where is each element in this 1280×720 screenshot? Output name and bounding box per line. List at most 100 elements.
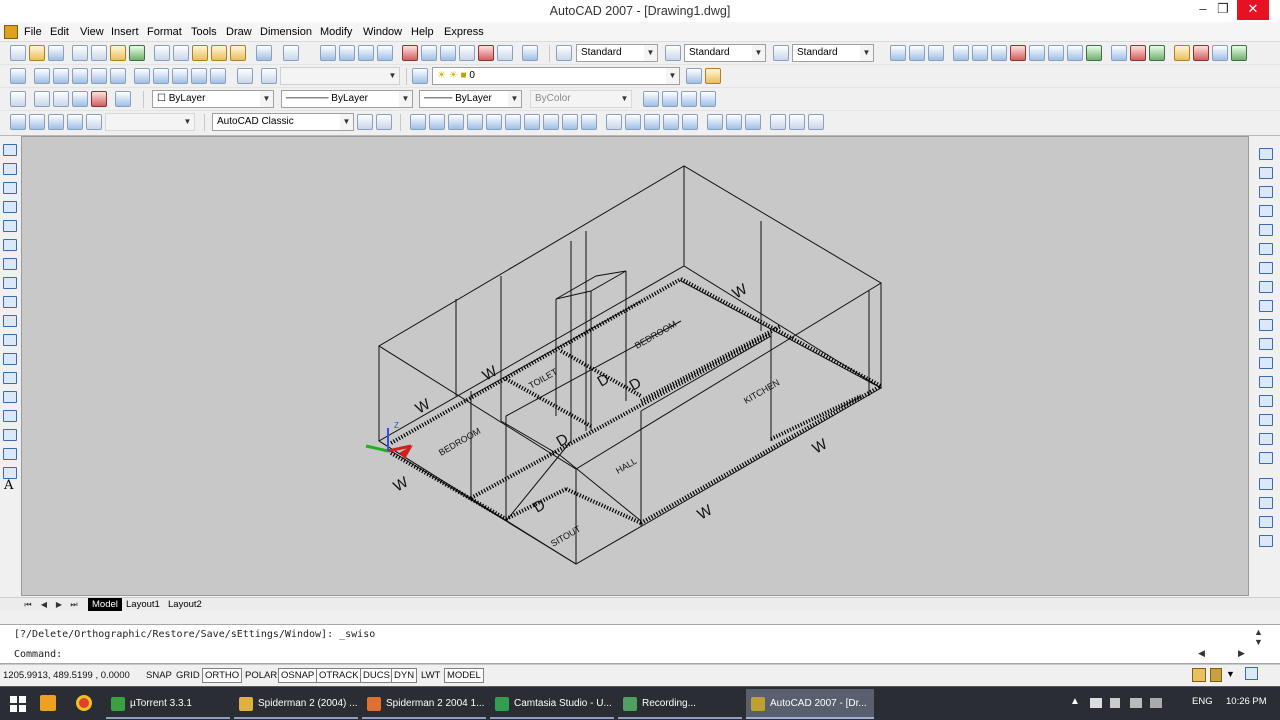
box-icon[interactable] [34, 68, 50, 84]
color-dropdown[interactable]: ☐ ByLayer ▼ [152, 90, 274, 108]
revision-cloud-icon[interactable] [3, 277, 17, 289]
rotate-icon[interactable] [1259, 262, 1273, 274]
torus-icon[interactable] [134, 68, 150, 84]
cone-icon[interactable] [72, 68, 88, 84]
move-faces-icon[interactable] [486, 114, 502, 130]
gradient-icon[interactable] [3, 429, 17, 441]
close-button[interactable]: ✕ [1237, 0, 1269, 20]
erase-icon[interactable] [1259, 148, 1273, 160]
realistic-icon[interactable] [91, 91, 107, 107]
insert-block-icon[interactable] [3, 353, 17, 365]
layer-dropdown[interactable]: ☀ ☀ ■ 0 ▼ [432, 67, 680, 85]
join-icon[interactable] [1259, 395, 1273, 407]
ucs-face-icon[interactable] [1010, 45, 1026, 61]
workspace-dropdown[interactable]: AutoCAD Classic ▼ [212, 113, 354, 131]
text-style-dropdown[interactable]: Standard ▼ [576, 44, 658, 62]
trim-icon[interactable] [1259, 319, 1273, 331]
tray-overflow-icon[interactable]: ▲ [1070, 696, 1080, 707]
tool-palettes-icon[interactable] [440, 45, 456, 61]
rectangle-icon[interactable] [3, 220, 17, 232]
ellipse-arc-icon[interactable] [3, 334, 17, 346]
taskbar-spiderman-1[interactable]: Spiderman 2 (2004) ... [234, 689, 358, 719]
hatch-icon[interactable] [3, 410, 17, 422]
taper-faces-icon[interactable] [562, 114, 578, 130]
ucs-x-icon[interactable] [1130, 45, 1146, 61]
drawing-canvas[interactable]: BEDROOM TOILET BEDROOM KITCHEN HALL SITO… [21, 136, 1249, 596]
cylinder-icon[interactable] [110, 68, 126, 84]
chamfer-icon[interactable] [1259, 414, 1273, 426]
battery-icon[interactable] [1130, 698, 1142, 708]
walk-settings-icon[interactable] [700, 91, 716, 107]
file-explorer-icon[interactable] [40, 695, 56, 711]
clean-screen-icon[interactable] [1245, 667, 1258, 680]
tab-layout1[interactable]: Layout1 [122, 598, 164, 611]
ortho-toggle[interactable]: ORTHO [202, 668, 243, 683]
camera-icon[interactable] [643, 91, 659, 107]
viewport-icon[interactable] [10, 91, 26, 107]
next-tab-icon[interactable]: ▶ [53, 599, 65, 610]
break-icon[interactable] [1259, 376, 1273, 388]
first-tab-icon[interactable]: ⏮ [22, 599, 34, 610]
make-block-icon[interactable] [3, 372, 17, 384]
fillet-icon[interactable] [1259, 433, 1273, 445]
sweep-icon[interactable] [261, 68, 277, 84]
dim-style-icon[interactable] [665, 45, 681, 61]
extend-icon[interactable] [1259, 338, 1273, 350]
match-properties-icon[interactable] [211, 45, 227, 61]
redo-icon[interactable] [283, 45, 299, 61]
orbit-free-icon[interactable] [726, 114, 742, 130]
menu-modify[interactable]: Modify [320, 26, 352, 38]
lwt-toggle[interactable]: LWT [418, 668, 443, 683]
linetype-dropdown[interactable]: ────── ByLayer ▼ [281, 90, 413, 108]
workspace-settings-icon[interactable] [86, 114, 102, 130]
command-prompt[interactable]: Command: [14, 649, 62, 660]
bring-front-icon[interactable] [1259, 497, 1273, 509]
spline-icon[interactable] [3, 296, 17, 308]
orbit-constrained-icon[interactable] [707, 114, 723, 130]
table-style-icon[interactable] [773, 45, 789, 61]
save-icon[interactable] [48, 45, 64, 61]
line-icon[interactable] [3, 144, 17, 156]
volume-icon[interactable] [1110, 698, 1120, 708]
send-back-icon[interactable] [1259, 516, 1273, 528]
named-views-icon[interactable] [48, 114, 64, 130]
prev-tab-icon[interactable]: ◀ [38, 599, 50, 610]
menu-express[interactable]: Express [444, 26, 484, 38]
ucs-origin-icon[interactable] [1067, 45, 1083, 61]
taskbar-recording[interactable]: Recording... [618, 689, 742, 719]
wedge-icon[interactable] [53, 68, 69, 84]
workspace-icon[interactable] [10, 114, 26, 130]
pyramid-icon[interactable] [153, 68, 169, 84]
scroll-up-icon[interactable]: ▲ [1254, 627, 1263, 637]
layer-previous-icon[interactable] [705, 68, 721, 84]
make-current-icon[interactable] [686, 68, 702, 84]
extrude-faces-icon[interactable] [467, 114, 483, 130]
hidden-icon[interactable] [72, 91, 88, 107]
help-icon[interactable] [522, 45, 538, 61]
presspull-icon[interactable] [237, 68, 253, 84]
tab-model[interactable]: Model [88, 598, 122, 611]
table-style-dropdown[interactable]: Standard ▼ [792, 44, 874, 62]
polyline-icon[interactable] [3, 182, 17, 194]
start-icon[interactable] [10, 696, 26, 712]
menu-help[interactable]: Help [411, 26, 434, 38]
delete-faces-icon[interactable] [524, 114, 540, 130]
text-style-icon[interactable] [556, 45, 572, 61]
coordinate-readout[interactable]: 1205.9913, 489.5199 , 0.0000 [3, 670, 130, 681]
array-icon[interactable] [1259, 224, 1273, 236]
walk-icon[interactable] [662, 91, 678, 107]
ucs-view-icon[interactable] [1048, 45, 1064, 61]
arc-icon[interactable] [3, 239, 17, 251]
multiline-text-icon[interactable]: A [4, 478, 13, 493]
section-plane-icon[interactable] [606, 114, 622, 130]
ucs-zaxis-icon[interactable] [1086, 45, 1102, 61]
fly-icon[interactable] [681, 91, 697, 107]
ucs-previous-icon[interactable] [991, 45, 1007, 61]
scroll-down-icon[interactable]: ▼ [1254, 637, 1263, 647]
3d-dwf-icon[interactable] [129, 45, 145, 61]
polysolid-icon[interactable] [10, 68, 26, 84]
menu-tools[interactable]: Tools [191, 26, 217, 38]
ucs-world-icon[interactable] [972, 45, 988, 61]
tab-layout2[interactable]: Layout2 [164, 598, 206, 611]
draw-order-icon[interactable] [1259, 478, 1273, 490]
